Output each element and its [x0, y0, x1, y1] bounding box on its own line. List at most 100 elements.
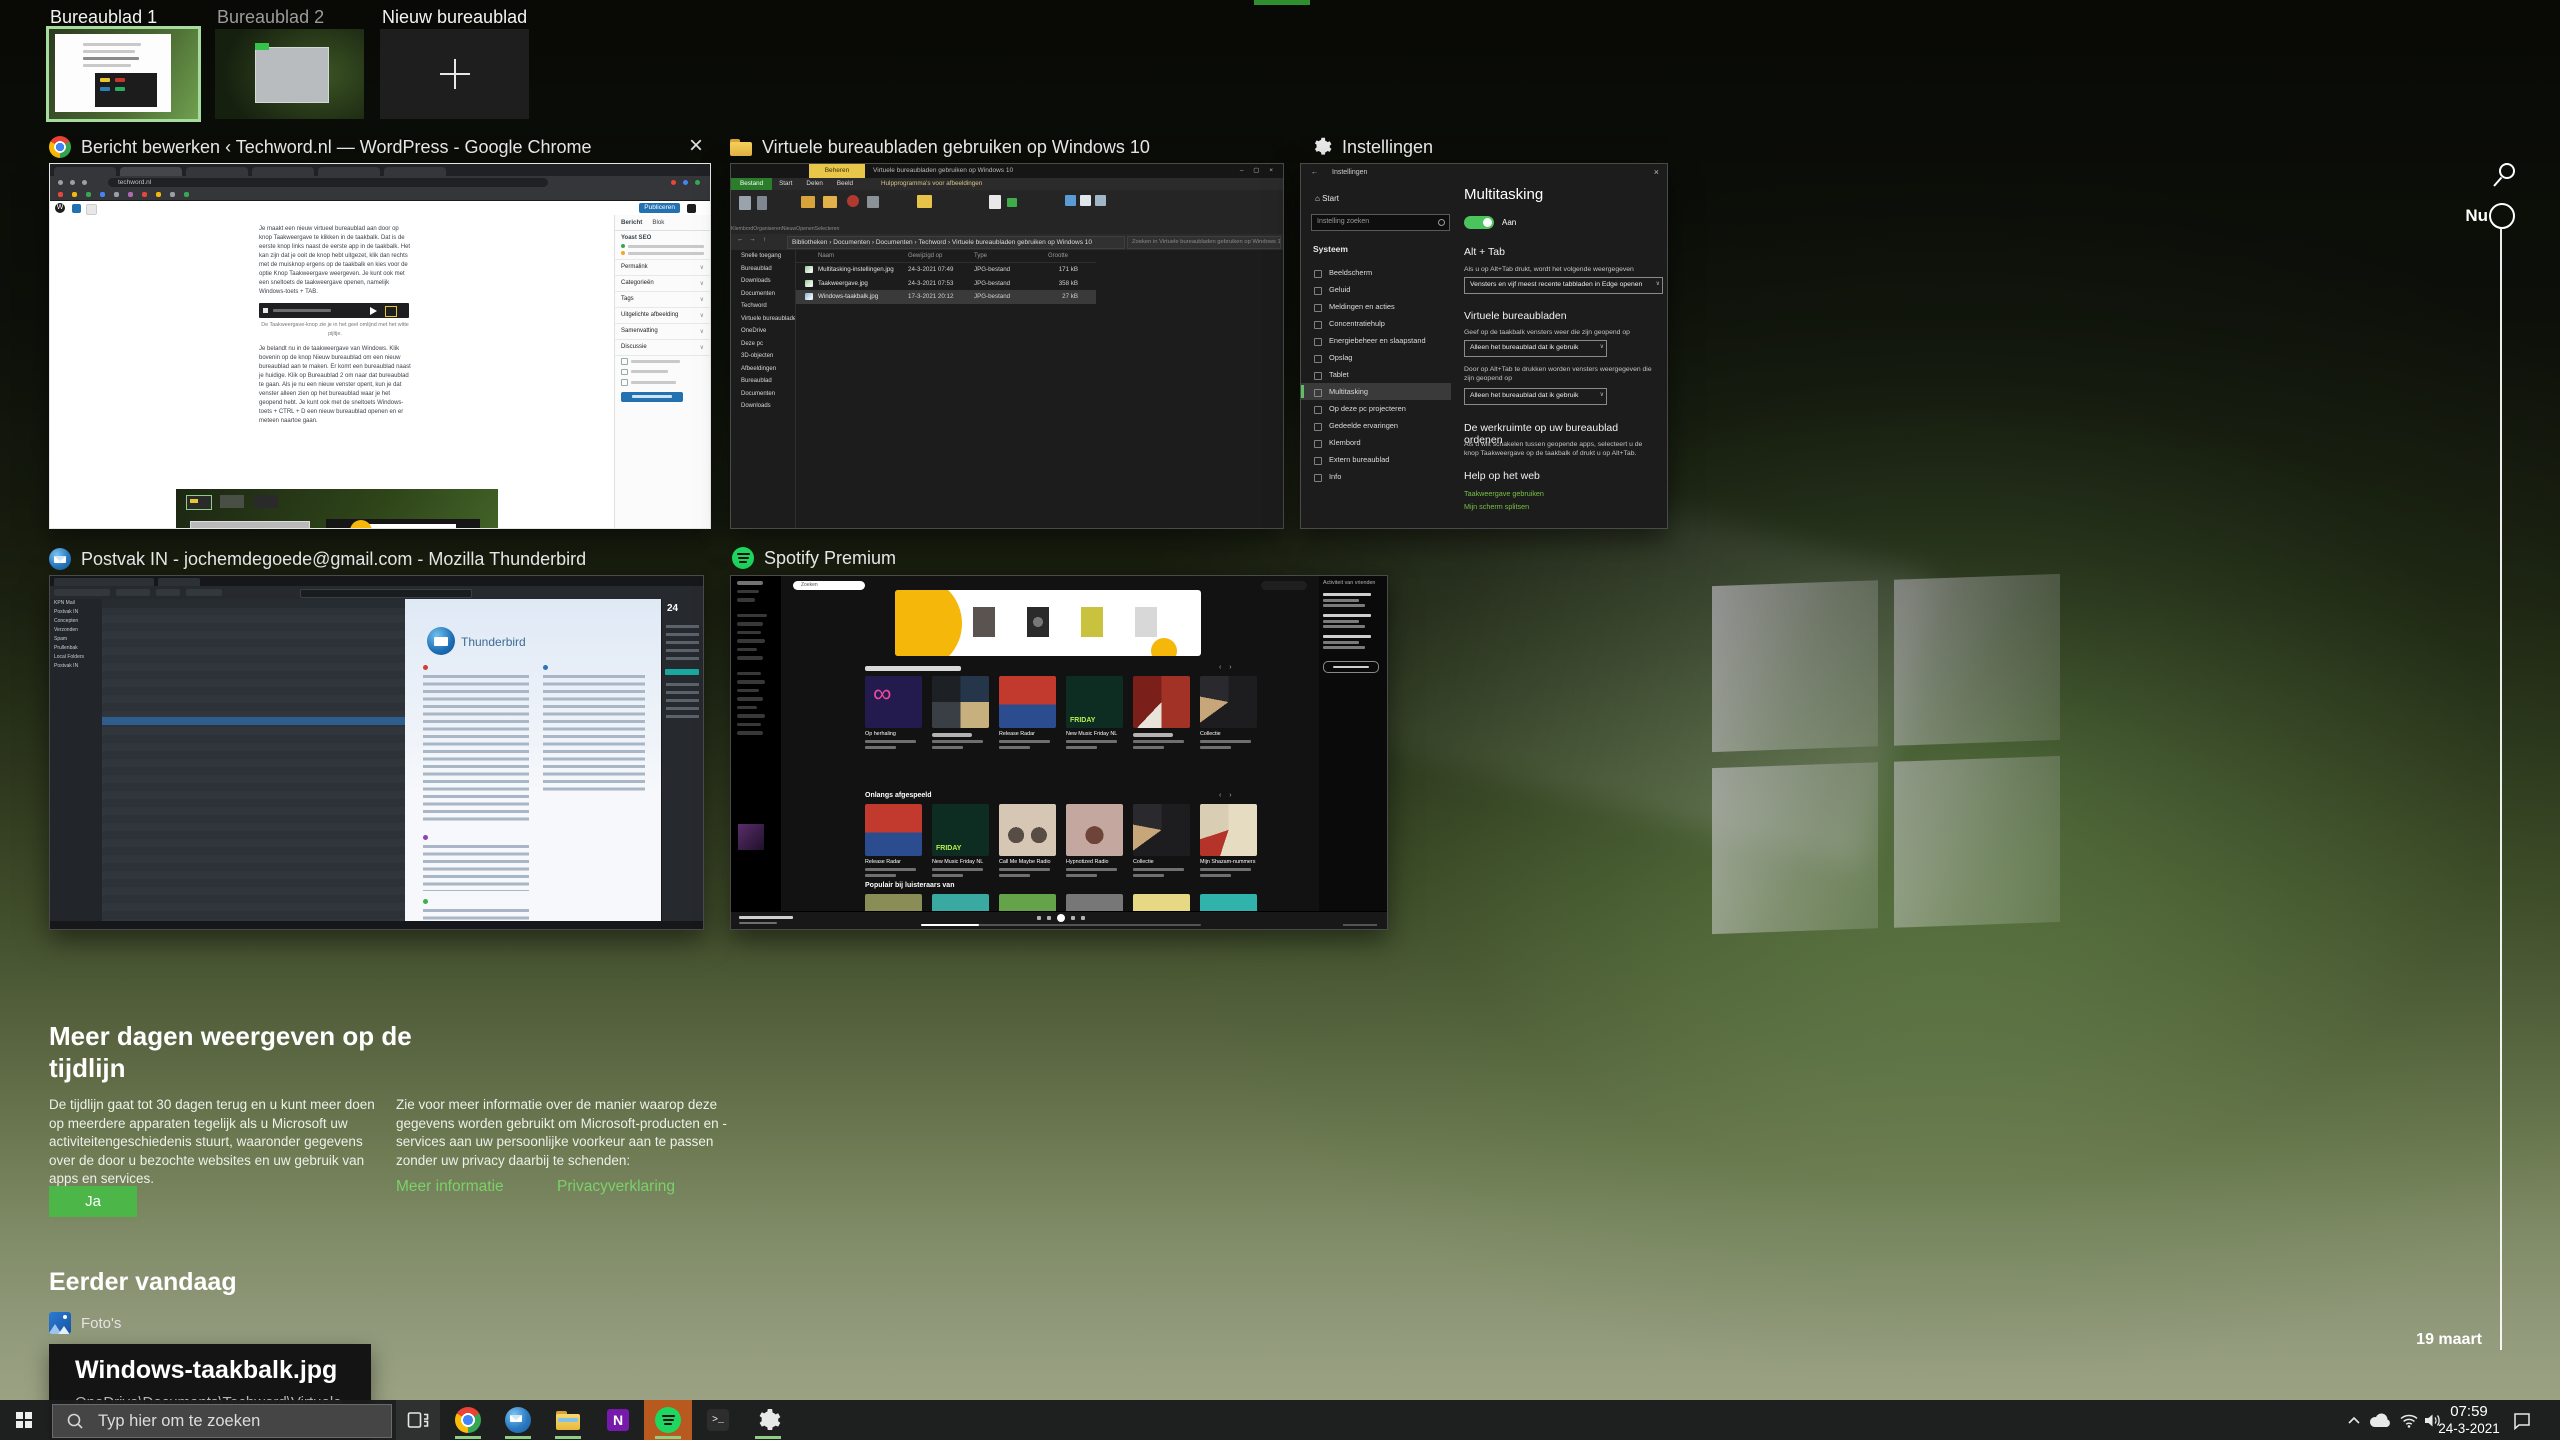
spotify-icon [732, 547, 754, 569]
playlist-card[interactable]: Collectie [1133, 804, 1190, 877]
onedrive-icon[interactable] [2366, 1400, 2394, 1440]
task-view-screen: Bureaublad 1 Bureaublad 2 Nieuw bureaubl… [0, 0, 2560, 1440]
album-cover [932, 804, 989, 856]
explorer-sidebar-item[interactable]: Techword [731, 300, 795, 313]
explorer-sidebar-item[interactable]: Documenten [731, 388, 795, 401]
more-info-link[interactable]: Meer informatie [396, 1178, 504, 1196]
agenda-pane: 24 [661, 599, 703, 921]
thunderbird-logo [427, 627, 455, 655]
playlist-card[interactable]: Release Radar [865, 804, 922, 877]
playlist-card[interactable]: Hypnotized Radio [1066, 804, 1123, 877]
yes-button[interactable]: Ja [49, 1186, 137, 1217]
spotify-window-thumbnail[interactable]: Zoeken ‹ › Op herhaling [730, 575, 1388, 930]
taskbar-app-thunderbird[interactable] [494, 1400, 542, 1440]
playlist-card[interactable]: Mijn Shazam-nummers [1200, 804, 1257, 877]
window-title-thunderbird: Postvak IN - jochemdegoede@gmail.com - M… [81, 548, 587, 569]
explorer-sidebar-item[interactable]: Downloads [731, 275, 795, 288]
album-cover [1200, 676, 1257, 728]
explorer-sidebar-item[interactable]: Afbeeldingen [731, 363, 795, 376]
desktop-1-thumbnail[interactable] [46, 26, 201, 122]
playlist-card[interactable]: Op herhaling [865, 676, 922, 749]
explorer-sidebar-item[interactable]: Downloads [731, 400, 795, 413]
playlist-card[interactable] [932, 676, 989, 749]
new-desktop-button[interactable] [380, 29, 529, 119]
explorer-window-thumbnail[interactable]: Beheren Virtuele bureaubladen gebruiken … [730, 163, 1284, 529]
wifi-icon[interactable] [2396, 1400, 2422, 1440]
playlist-card[interactable] [1133, 676, 1190, 749]
search-input[interactable] [96, 1410, 360, 1432]
explorer-sidebar-item[interactable]: 3D-objecten [731, 350, 795, 363]
settings-titlebar: ← Instellingen [1311, 169, 1368, 176]
file-rows: Multitasking-instellingen.jpg 24-3-2021 … [796, 263, 1096, 304]
action-center-icon[interactable] [2506, 1400, 2536, 1440]
taskbar-app-settings[interactable] [744, 1400, 792, 1440]
explorer-sidebar-item[interactable]: Deze pc [731, 338, 795, 351]
spotify-search-input: Zoeken [793, 581, 865, 590]
new-desktop-label[interactable]: Nieuw bureaublad [382, 7, 527, 28]
desktop-2-label[interactable]: Bureaublad 2 [217, 7, 324, 28]
explorer-file-list: Naam Gewijzigd op Type Grootte Multitask… [796, 250, 1283, 528]
promo-text-left: De tijdlijn gaat tot 30 dagen terug en u… [49, 1097, 375, 1186]
playlist-card[interactable]: New Music Friday NL [932, 804, 989, 877]
start-button[interactable] [0, 1400, 48, 1440]
rail-track[interactable] [2500, 229, 2502, 1350]
rail-scrubber-handle[interactable] [2489, 203, 2515, 229]
explorer-sidebar-item[interactable]: OneDrive [731, 325, 795, 338]
wp-sidebar-panel: Samenvatting ∨ [615, 324, 710, 340]
mail-folder: Local Folders [54, 654, 85, 660]
activity-title: Windows-taakbalk.jpg [75, 1356, 338, 1384]
file-row[interactable]: Multitasking-instellingen.jpg 24-3-2021 … [796, 263, 1096, 277]
explorer-sidebar-item[interactable]: Documenten [731, 288, 795, 301]
post-paragraph-1: Je maakt een nieuw virtueel bureaublad a… [259, 226, 411, 295]
file-row[interactable]: Windows-taakbalk.jpg 17-3-2021 20:12 JPG… [796, 290, 1096, 304]
taskbar-app-onenote[interactable]: N [594, 1400, 642, 1440]
explorer-sidebar-item[interactable]: Snelle toegang [731, 250, 795, 263]
file-explorer-icon [556, 1410, 580, 1430]
gear-icon [759, 1408, 780, 1430]
playlist-card[interactable]: Release Radar [999, 676, 1056, 749]
explorer-sidebar-item[interactable]: Bureaublad [731, 263, 795, 276]
wp-sidebar-panel: Tags ∨ [615, 292, 710, 308]
privacy-link[interactable]: Privacyverklaring [557, 1178, 675, 1196]
album-cover [1133, 676, 1190, 728]
playlist-card[interactable]: Collectie [1200, 676, 1257, 749]
desktop-2-thumbnail[interactable] [215, 29, 364, 119]
task-view-button[interactable] [396, 1400, 440, 1440]
taskbar-clock[interactable]: 07:59 24-3-2021 [2438, 1403, 2500, 1437]
settings-window-thumbnail[interactable]: ← Instellingen × ⌂ Start Instelling zoek… [1300, 163, 1668, 529]
explorer-sidebar-item[interactable]: Virtuele bureaublade… [731, 313, 795, 326]
search-icon[interactable] [2489, 160, 2519, 192]
file-row[interactable]: Taakweergave.jpg 24-3-2021 07:53 JPG-bes… [796, 277, 1096, 291]
explorer-search-input[interactable]: Zoeken in Virtuele bureaubladen gebruike… [1127, 236, 1281, 249]
terminal-icon: >_ [707, 1409, 729, 1431]
settings-sidebar-item: Concentratiehulp [1301, 315, 1451, 332]
embedded-taskbar-image [259, 303, 409, 318]
playlist-card[interactable]: New Music Friday NL [1066, 676, 1123, 749]
taskbar-app-spotify[interactable] [644, 1400, 692, 1440]
friend-activity-heading: Activiteit van vrienden [1323, 580, 1376, 586]
ribbon-tab: Beeld [836, 180, 853, 187]
thunderbird-brand-label: Thunderbird [461, 635, 526, 649]
taskbar-app-terminal[interactable]: >_ [694, 1400, 742, 1440]
back-arrow-icon: ← [1311, 169, 1318, 176]
thunderbird-window-thumbnail[interactable]: KPN Mail Postvak IN Concepten Verzonden Spam… [49, 575, 704, 930]
wp-tab-post: Bericht [621, 219, 643, 226]
taskbar-app-chrome[interactable] [444, 1400, 492, 1440]
settings-home-item: ⌂ Start [1315, 194, 1339, 203]
close-window-button[interactable]: × [681, 133, 711, 161]
rail-date-label: 19 maart [2416, 1331, 2482, 1348]
chrome-window-thumbnail[interactable]: techword.nl W Publiceren Je maakt een ni… [49, 163, 711, 529]
thunderbird-statusbar [50, 921, 703, 929]
alt-tab-dropdown: Vensters en vijf meest recente tabbladen… [1464, 277, 1663, 294]
playlist-card[interactable]: Call Me Maybe Radio [999, 804, 1056, 877]
play-button [1057, 914, 1065, 922]
tray-chevron-icon[interactable] [2342, 1400, 2366, 1440]
mail-folder: Postvak IN [54, 663, 79, 669]
desktop-1-label[interactable]: Bureaublad 1 [50, 7, 157, 28]
breadcrumb[interactable]: Bibliotheken › Documenten › Documenten ›… [787, 236, 1125, 249]
explorer-sidebar-item[interactable]: Bureaublad [731, 375, 795, 388]
taskbar-app-explorer[interactable] [544, 1400, 592, 1440]
taskbar-search[interactable] [52, 1404, 392, 1438]
album-cover [1133, 804, 1190, 856]
chrome-icon [49, 136, 71, 158]
